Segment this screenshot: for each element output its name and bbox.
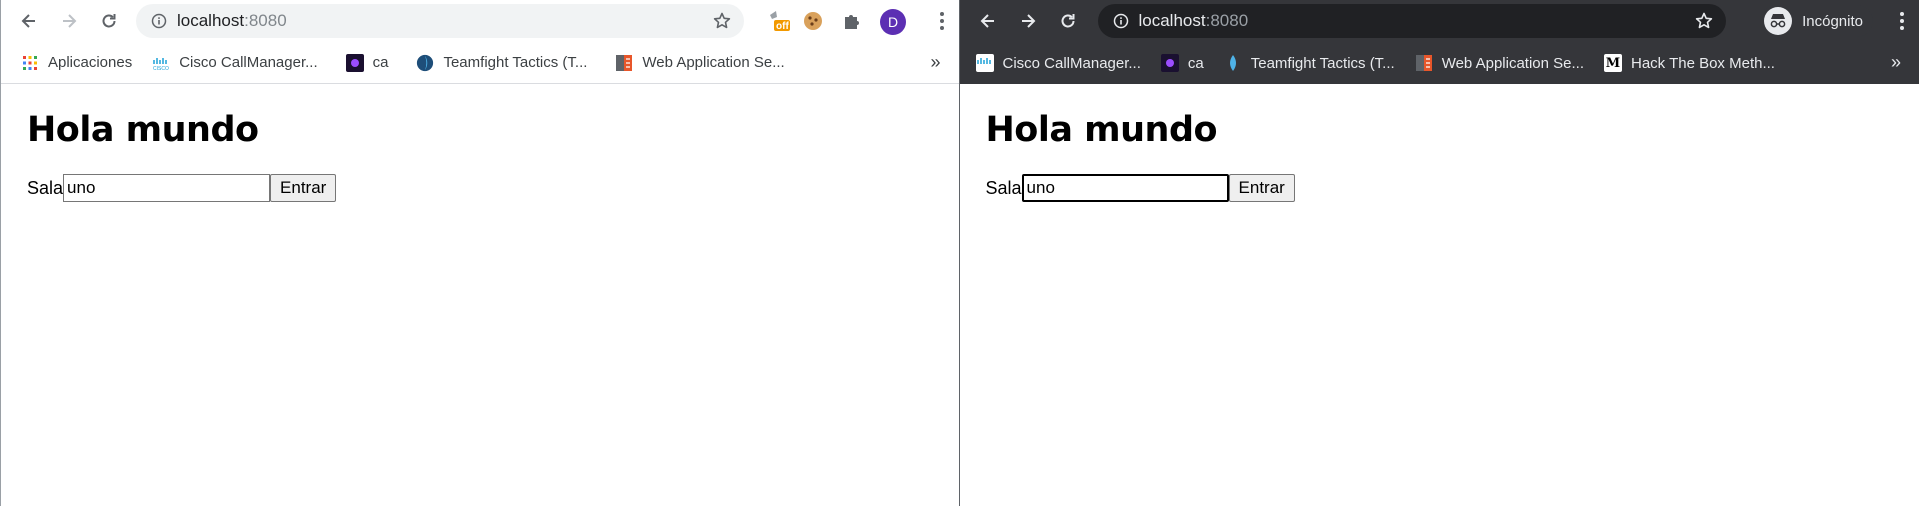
back-arrow-icon bbox=[21, 14, 35, 28]
bookmark-ca[interactable]: ca bbox=[345, 53, 389, 72]
cisco-icon bbox=[975, 54, 994, 72]
bookmark-star-icon[interactable] bbox=[1694, 11, 1714, 31]
bookmark-webapp[interactable]: Web Application Se... bbox=[1415, 54, 1584, 72]
incognito-indicator[interactable]: Incógnito bbox=[1760, 5, 1873, 37]
room-label: Sala bbox=[27, 177, 64, 198]
extension-off-button[interactable]: off bbox=[766, 9, 790, 33]
bookmark-label: Cisco CallManager... bbox=[1002, 54, 1141, 72]
room-input[interactable] bbox=[1021, 174, 1229, 202]
url-port: :8080 bbox=[1205, 11, 1249, 30]
apps-grid-icon bbox=[21, 54, 39, 72]
cookie-icon bbox=[804, 12, 822, 30]
forward-arrow-icon bbox=[63, 14, 77, 28]
address-bar[interactable]: localhost:8080 bbox=[1097, 4, 1726, 38]
bookmark-label: Teamfight Tactics (T... bbox=[1250, 54, 1395, 72]
bookmarks-overflow-button[interactable]: » bbox=[930, 52, 940, 73]
enter-button[interactable]: Entrar bbox=[270, 174, 337, 202]
menu-kebab-icon[interactable] bbox=[939, 11, 945, 31]
forward-button[interactable] bbox=[1008, 1, 1048, 41]
profile-initial: D bbox=[887, 14, 899, 30]
extension-badge: off bbox=[776, 21, 789, 32]
extensions-button[interactable] bbox=[840, 9, 864, 33]
menu-kebab-icon[interactable] bbox=[1899, 11, 1905, 31]
reload-icon bbox=[102, 14, 116, 28]
webapp-icon bbox=[615, 54, 633, 72]
svg-text:CISCO: CISCO bbox=[153, 66, 169, 72]
bookmark-teamfight[interactable]: Teamfight Tactics (T... bbox=[416, 54, 587, 72]
url-host: localhost bbox=[1138, 11, 1206, 30]
webapp-icon bbox=[1415, 54, 1433, 72]
browser-toolbar: localhost:8080 off D bbox=[1, 0, 959, 42]
ca-icon bbox=[345, 53, 364, 72]
enter-button[interactable]: Entrar bbox=[1228, 174, 1295, 202]
bookmark-cisco[interactable]: CISCO Cisco CallManager... bbox=[152, 54, 317, 72]
screen: localhost:8080 off D Aplicaciones CISCO … bbox=[0, 0, 1919, 506]
bookmark-label: ca bbox=[1187, 54, 1204, 72]
bookmark-label: Hack The Box Meth... bbox=[1631, 54, 1775, 72]
bookmark-label: ca bbox=[372, 54, 389, 71]
url-text: localhost:8080 bbox=[1139, 11, 1249, 31]
url-port: :8080 bbox=[244, 11, 287, 30]
room-form: Sala Entrar bbox=[27, 174, 337, 202]
address-bar[interactable]: localhost:8080 bbox=[136, 4, 744, 38]
back-button[interactable] bbox=[968, 1, 1008, 41]
forward-arrow-icon bbox=[1021, 14, 1035, 28]
reload-icon bbox=[1061, 14, 1074, 28]
bookmark-webapp[interactable]: Web Application Se... bbox=[615, 54, 785, 72]
bookmark-label: Cisco CallManager... bbox=[179, 54, 318, 71]
ca-icon bbox=[1160, 54, 1179, 72]
bookmarks-overflow-button[interactable]: » bbox=[1891, 52, 1901, 73]
bookmark-ca[interactable]: ca bbox=[1160, 54, 1204, 72]
room-form: Sala Entrar bbox=[986, 174, 1295, 202]
profile-avatar[interactable]: D bbox=[880, 9, 906, 35]
forward-button[interactable] bbox=[49, 1, 89, 41]
room-input[interactable] bbox=[63, 174, 271, 202]
bookmark-star-icon[interactable] bbox=[712, 11, 732, 31]
incognito-icon bbox=[1764, 7, 1793, 35]
bookmark-label: Web Application Se... bbox=[1441, 54, 1584, 72]
incognito-label: Incógnito bbox=[1802, 12, 1863, 30]
page-title: Hola mundo bbox=[27, 110, 259, 150]
cisco-icon: CISCO bbox=[152, 54, 170, 72]
cookie-extension-button[interactable] bbox=[801, 9, 825, 33]
bookmark-aplicaciones[interactable]: Aplicaciones bbox=[21, 54, 132, 72]
info-icon bbox=[1113, 13, 1128, 29]
room-label: Sala bbox=[985, 177, 1022, 198]
back-button[interactable] bbox=[9, 1, 49, 41]
bookmark-label: Aplicaciones bbox=[48, 54, 133, 71]
info-icon bbox=[151, 13, 167, 29]
bookmarks-bar: Cisco CallManager... ca Teamfight Tactic… bbox=[959, 42, 1919, 84]
bookmark-label: Teamfight Tactics (T... bbox=[443, 54, 588, 71]
page-title: Hola mundo bbox=[985, 110, 1218, 150]
browser-window-normal: localhost:8080 off D Aplicaciones CISCO … bbox=[0, 0, 959, 506]
reload-button[interactable] bbox=[1048, 1, 1088, 41]
url-text: localhost:8080 bbox=[177, 11, 287, 31]
medium-icon: M bbox=[1604, 54, 1622, 72]
reload-button[interactable] bbox=[89, 1, 129, 41]
bookmark-label: Web Application Se... bbox=[642, 54, 785, 71]
url-host: localhost bbox=[177, 11, 245, 30]
teamfight-icon bbox=[416, 54, 434, 72]
bookmark-cisco[interactable]: Cisco CallManager... bbox=[975, 54, 1141, 72]
bookmark-hackthebox[interactable]: M Hack The Box Meth... bbox=[1604, 54, 1775, 72]
teamfight-icon bbox=[1224, 54, 1242, 72]
browser-window-incognito: localhost:8080 Incógnito Cisco CallManag… bbox=[959, 0, 1919, 506]
puzzle-icon bbox=[845, 15, 859, 29]
browser-toolbar: localhost:8080 Incógnito bbox=[959, 0, 1919, 42]
bookmarks-bar: Aplicaciones CISCO Cisco CallManager... … bbox=[1, 42, 959, 84]
bookmark-teamfight[interactable]: Teamfight Tactics (T... bbox=[1224, 54, 1395, 72]
back-arrow-icon bbox=[980, 14, 994, 28]
